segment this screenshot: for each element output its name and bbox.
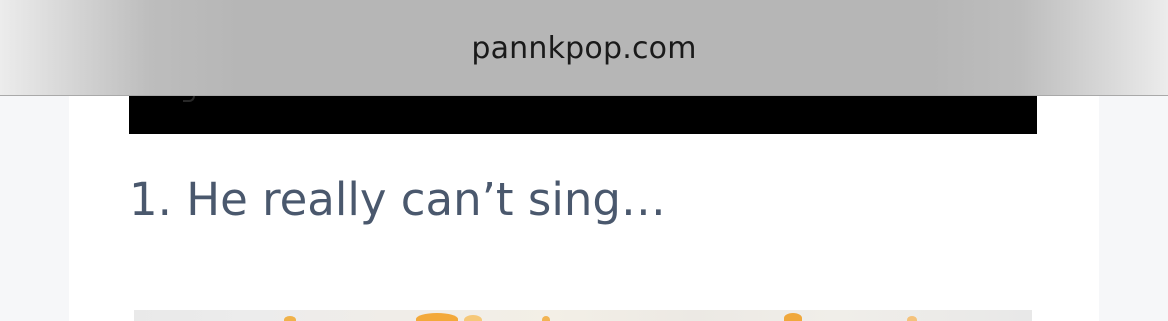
article-content: 1. He really can’t sing… — [69, 92, 1099, 321]
image-detail — [284, 316, 296, 321]
article-image — [134, 310, 1032, 321]
article-section-heading: 1. He really can’t sing… — [129, 173, 666, 226]
image-detail — [464, 315, 482, 321]
video-embed[interactable] — [129, 92, 1037, 134]
url-text[interactable]: pannkpop.com — [0, 30, 1168, 68]
image-detail — [542, 316, 550, 321]
image-detail — [907, 316, 917, 321]
image-detail — [416, 313, 458, 321]
browser-address-bar[interactable]: pannkpop.com — [0, 0, 1168, 96]
image-detail — [784, 313, 802, 321]
